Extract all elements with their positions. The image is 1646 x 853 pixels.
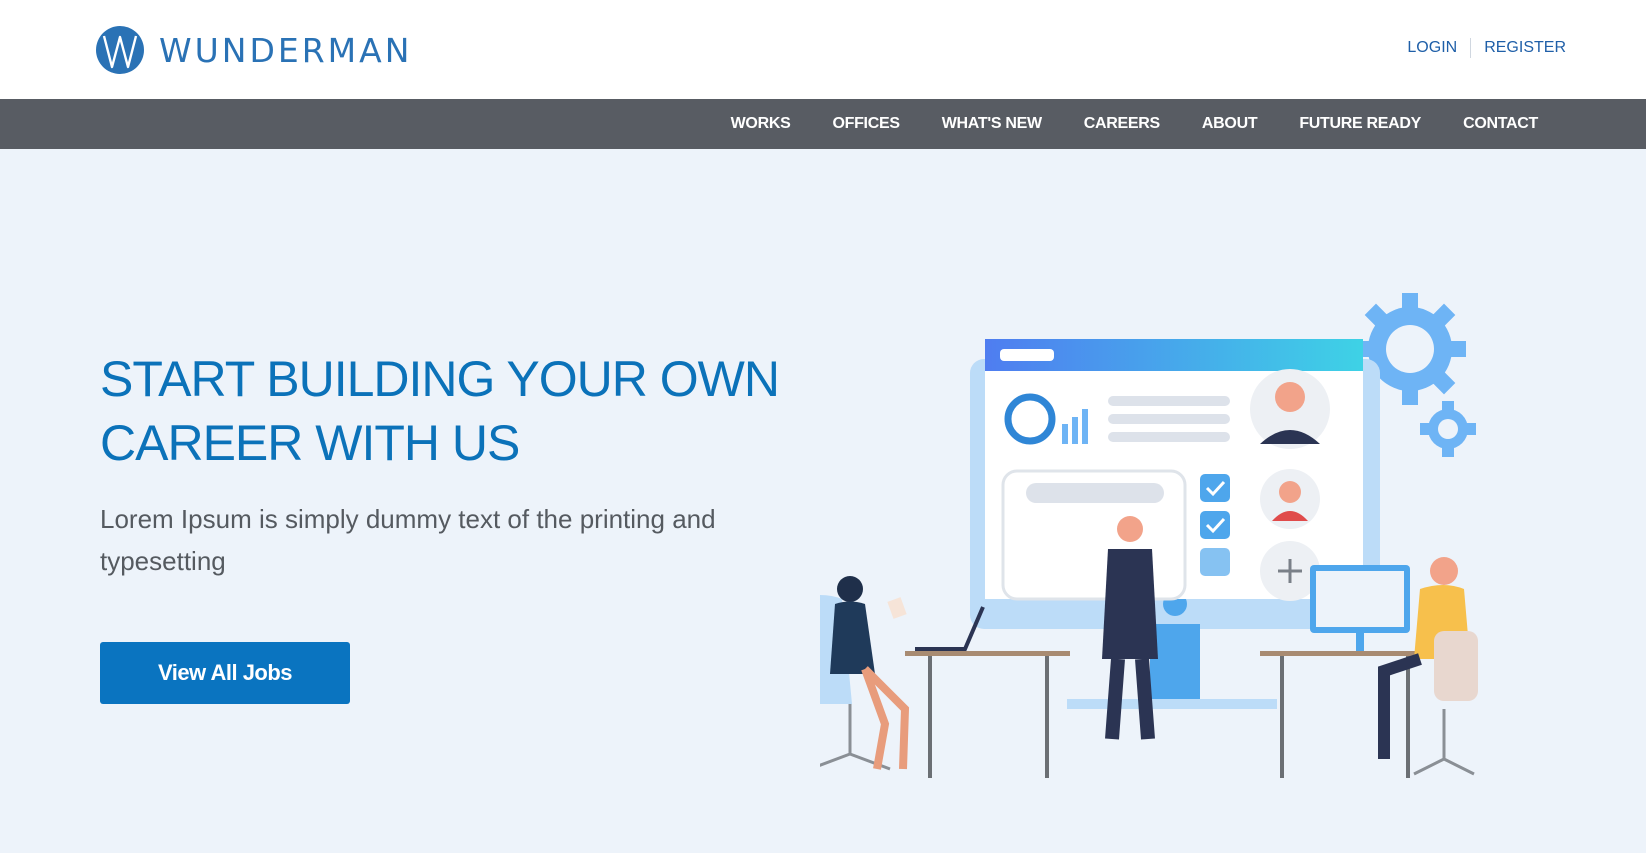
nav-item-contact[interactable]: CONTACT <box>1463 115 1538 133</box>
hero-subtitle: Lorem Ipsum is simply dummy text of the … <box>100 504 716 576</box>
main-nav: WORKS OFFICES WHAT'S NEW CAREERS ABOUT F… <box>0 99 1646 149</box>
nav-item-offices[interactable]: OFFICES <box>832 115 900 133</box>
nav-item-future-ready[interactable]: FUTURE READY <box>1299 115 1421 133</box>
register-link[interactable]: REGISTER <box>1484 39 1566 57</box>
brand-logo[interactable]: WUNDERMAN <box>95 25 412 75</box>
nav-item-about[interactable]: ABOUT <box>1202 115 1258 133</box>
wunderman-logo-icon <box>96 26 144 74</box>
small-gear-icon <box>1420 401 1476 457</box>
hero-title-line-1: START BUILDING YOUR OWN <box>100 351 780 407</box>
nav-item-works[interactable]: WORKS <box>731 115 791 133</box>
auth-divider <box>1470 38 1472 58</box>
hero-section: START BUILDING YOUR OWN CAREER WITH US L… <box>0 149 1646 853</box>
hero-title: START BUILDING YOUR OWN CAREER WITH US <box>100 347 780 475</box>
brand-name: WUNDERMAN <box>159 30 413 70</box>
auth-links: LOGIN REGISTER <box>1407 38 1566 58</box>
login-link[interactable]: LOGIN <box>1407 39 1457 57</box>
office-team-dashboard-illustration-icon <box>820 293 1478 778</box>
view-all-jobs-button[interactable]: View All Jobs <box>100 642 350 704</box>
nav-item-careers[interactable]: CAREERS <box>1084 115 1160 133</box>
site-header: WUNDERMAN LOGIN REGISTER <box>0 0 1646 99</box>
hero-title-line-2: CAREER WITH US <box>100 415 520 471</box>
nav-item-whats-new[interactable]: WHAT'S NEW <box>942 115 1042 133</box>
